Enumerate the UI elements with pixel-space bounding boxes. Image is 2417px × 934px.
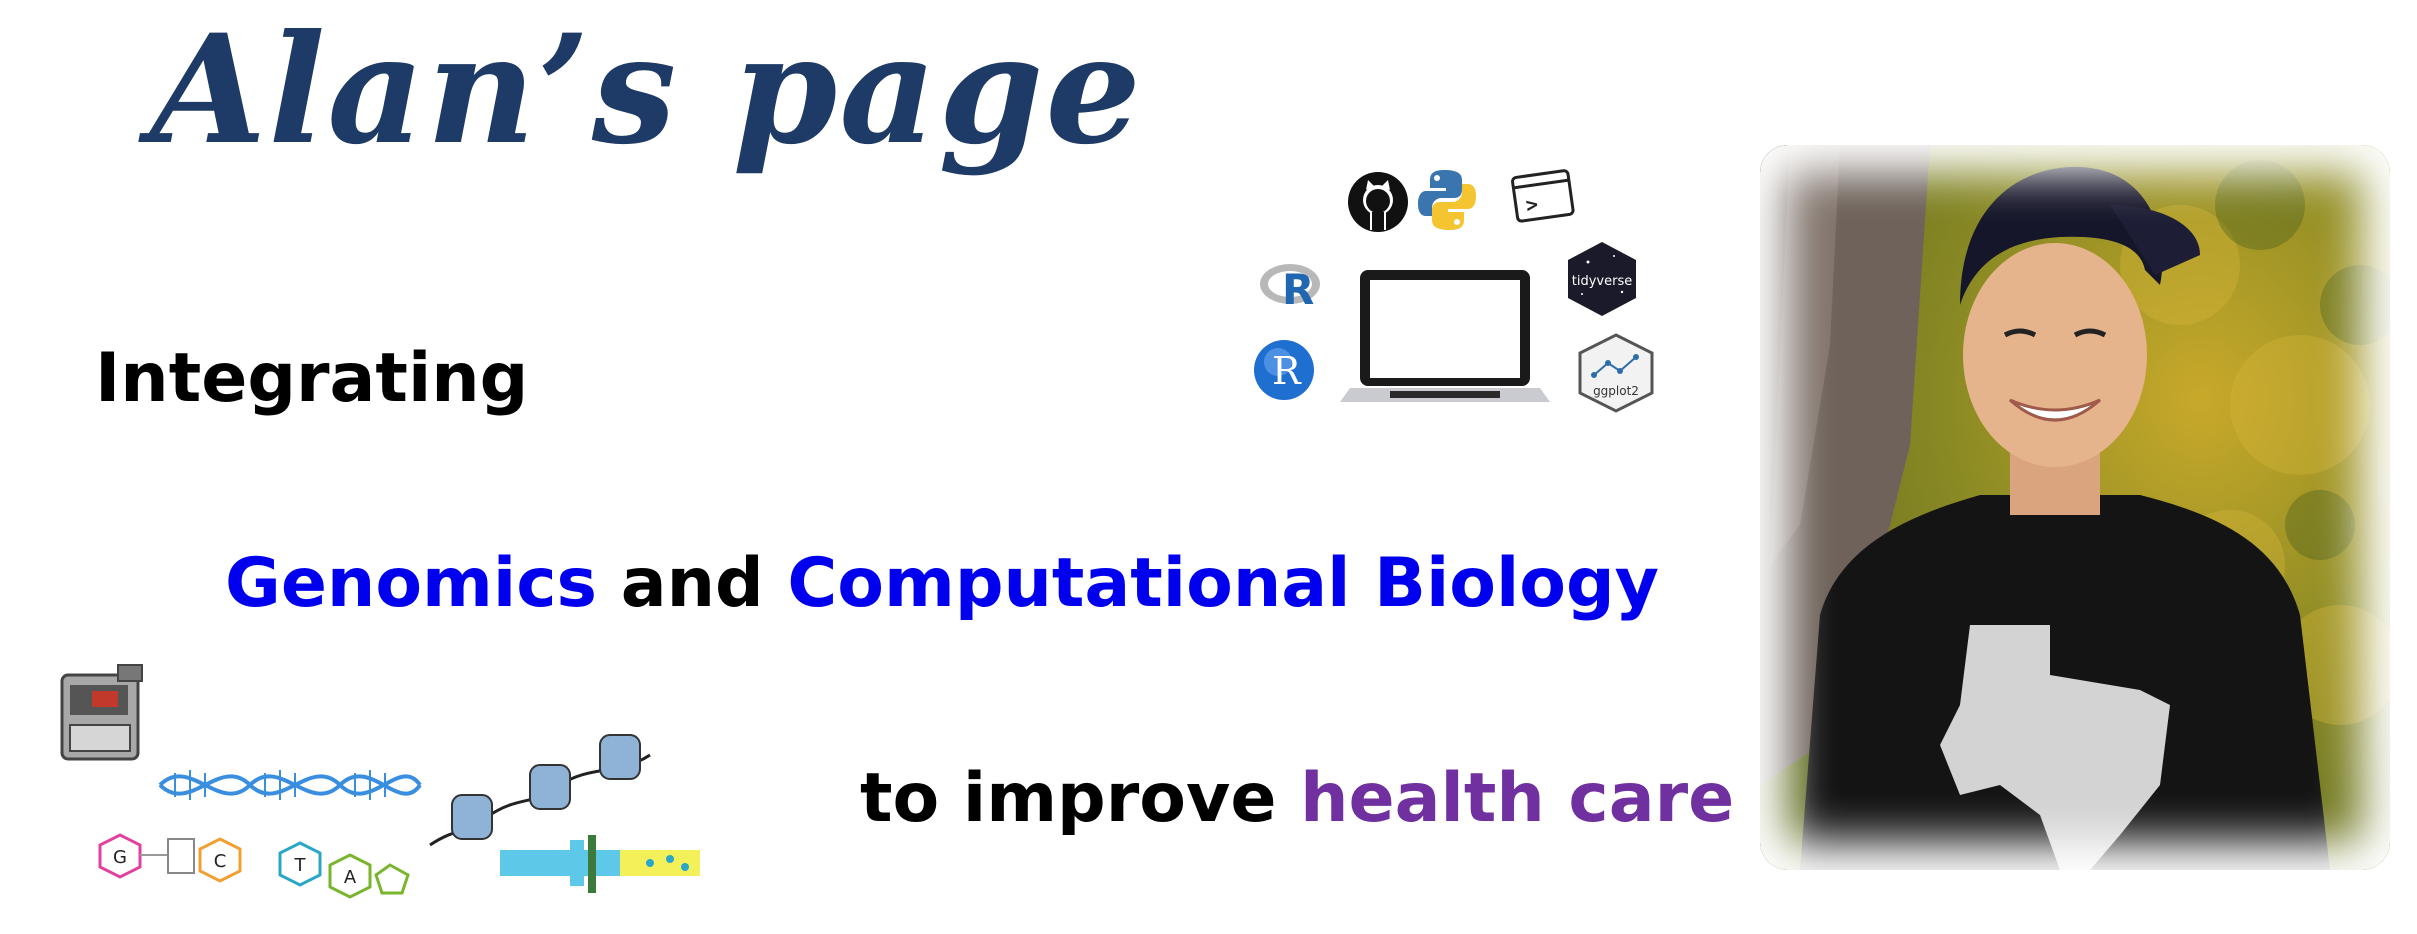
- base-c: C: [214, 851, 227, 872]
- biology-icons-cluster: G C T A: [60, 664, 700, 899]
- r-logo-icon: R: [1254, 340, 1314, 400]
- tagline-line-1: Integrating: [95, 345, 528, 413]
- tech-icons-cluster: > R R tidyverse ggplot2: [1254, 169, 1654, 413]
- laptop-icon: [1340, 270, 1550, 402]
- r-logo-letter: R: [1272, 349, 1302, 393]
- tagline-line-2: Genomics and Computational Biology: [225, 550, 1659, 618]
- tagline-to-improve: to improve: [860, 759, 1301, 838]
- page-title: Alan’s page: [150, 2, 1143, 178]
- tagline-computational-biology: Computational Biology: [787, 544, 1659, 623]
- base-g: G: [113, 847, 127, 868]
- tidyverse-label: tidyverse: [1572, 274, 1632, 289]
- flow-cell-icon: [500, 835, 700, 893]
- nucleotide-bases-icon: G C T A: [98, 833, 410, 899]
- nucleosome-icon: [429, 734, 651, 847]
- tagline-and: and: [597, 544, 788, 623]
- tidyverse-icon: tidyverse: [1568, 242, 1636, 316]
- ggplot2-icon: ggplot2: [1578, 333, 1654, 413]
- base-a: A: [344, 867, 357, 888]
- tagline-line-3: to improve health care: [860, 765, 1734, 833]
- python-icon: [1418, 170, 1476, 230]
- profile-photo: [1760, 145, 2390, 870]
- tagline-integrating: Integrating: [95, 339, 529, 418]
- rstudio-letter: R: [1282, 265, 1314, 314]
- tagline-genomics: Genomics: [225, 544, 598, 623]
- rstudio-icon: R: [1260, 264, 1320, 314]
- sequencer-icon: [60, 664, 143, 761]
- terminal-icon: >: [1511, 169, 1575, 223]
- github-icon: [1348, 172, 1408, 232]
- ggplot2-label: ggplot2: [1593, 384, 1639, 398]
- base-t: T: [294, 855, 307, 876]
- dna-helix-icon: [158, 770, 422, 800]
- tagline-health-care: health care: [1300, 759, 1735, 838]
